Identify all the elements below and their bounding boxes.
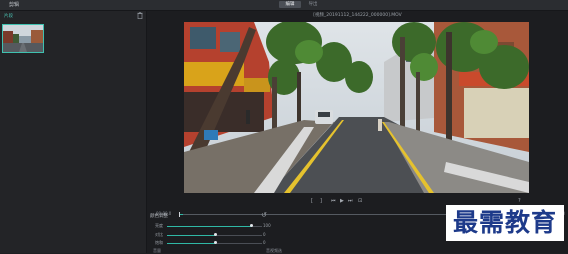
slider-fill (167, 235, 215, 236)
video-filename: [视频_20191112_144222_000000].MOV (313, 13, 402, 18)
tab-export[interactable]: 导出 (304, 1, 322, 8)
title-bar: 剪辑 编辑 导出 (0, 0, 568, 11)
slider-knob[interactable] (213, 233, 217, 236)
app-title: 剪辑 (9, 2, 20, 8)
adjust-value: 100 (263, 223, 271, 228)
volume-label[interactable]: 音量 (153, 248, 161, 254)
library-header-label[interactable]: 片段 (4, 13, 13, 19)
adjust-slider[interactable] (167, 224, 262, 227)
adjust-value: 0 (263, 232, 266, 237)
adjust-slider[interactable] (167, 233, 262, 236)
slider-knob[interactable] (249, 224, 253, 227)
playback-controls: [ ] ⏮ ▶ ⏭ ⊡ ? (147, 197, 568, 205)
bracket-out-icon[interactable]: ] (320, 197, 322, 205)
tab-edit[interactable]: 编辑 (279, 1, 301, 8)
trash-icon[interactable] (137, 12, 143, 19)
media-library-panel: 片段 (0, 11, 147, 253)
video-preview[interactable] (184, 22, 529, 193)
fullscreen-icon[interactable]: ⊡ (358, 197, 362, 205)
color-adjust-panel: 颜色调整 ↺ 亮度 100 对比 0 饱和 0 (150, 210, 290, 253)
skip-forward-icon[interactable]: ⏭ (348, 197, 353, 205)
adjust-row: 亮度 100 (150, 222, 290, 230)
slider-knob[interactable] (213, 241, 217, 244)
panel-title: 颜色调整 (150, 214, 168, 219)
adjust-label: 亮度 (155, 223, 163, 228)
play-icon[interactable]: ▶ (340, 197, 344, 205)
adjust-row: 饱和 0 (150, 239, 290, 247)
slider-fill (167, 243, 215, 244)
library-header: 片段 (0, 11, 146, 21)
adjust-slider[interactable] (167, 241, 262, 244)
skip-back-icon[interactable]: ⏮ (331, 197, 336, 205)
reset-icon[interactable]: ↺ (261, 211, 267, 219)
slider-fill (167, 226, 251, 227)
adjust-label: 对比 (155, 232, 163, 237)
adjust-value: 0 (263, 240, 266, 245)
adjust-row: 对比 0 (150, 231, 290, 239)
bracket-in-icon[interactable]: [ (311, 197, 313, 205)
clip-thumbnail[interactable] (2, 24, 44, 53)
av-select-label[interactable]: 音视频选 (266, 248, 282, 254)
help-icon[interactable]: ? (518, 197, 521, 205)
adjust-label: 饱和 (155, 240, 163, 245)
watermark-text: 最需教育 (446, 205, 564, 241)
